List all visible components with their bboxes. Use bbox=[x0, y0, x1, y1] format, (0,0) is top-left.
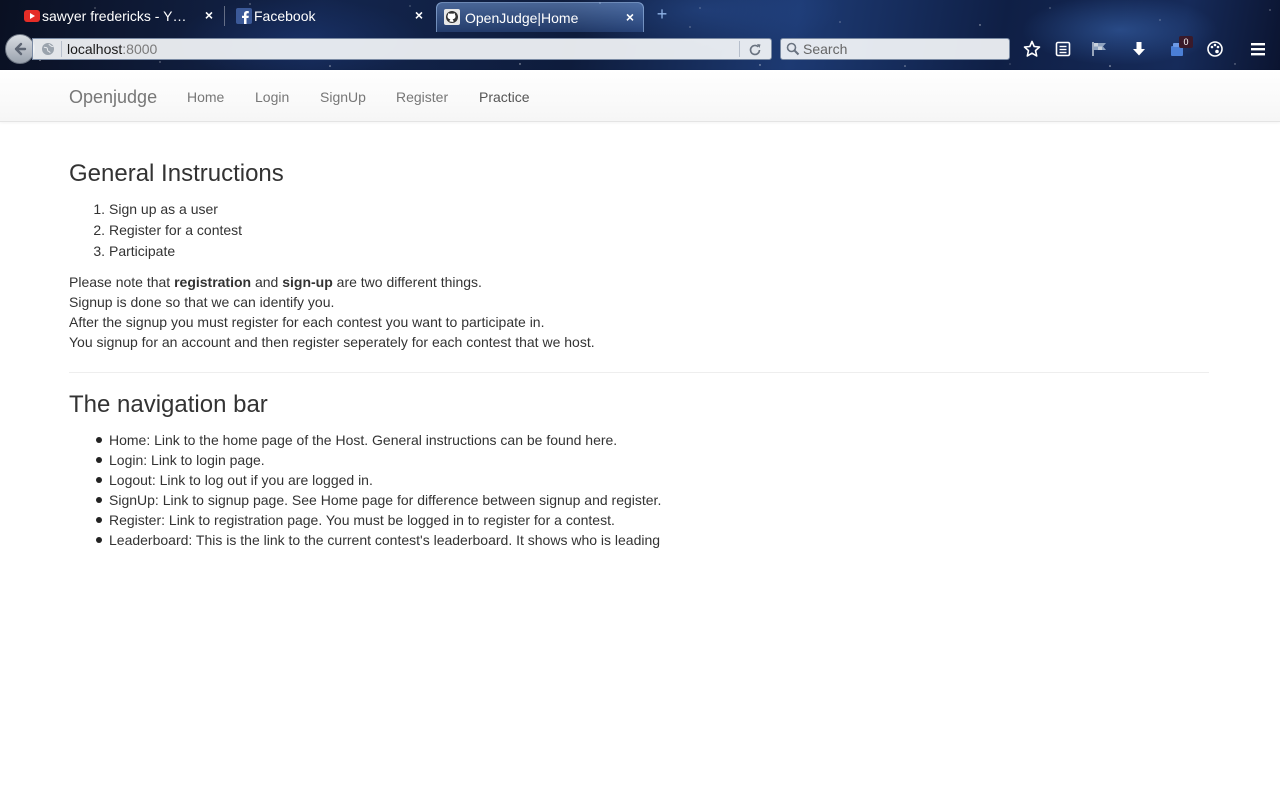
divider bbox=[739, 41, 740, 57]
github-icon bbox=[444, 9, 460, 25]
download-icon[interactable] bbox=[1129, 39, 1149, 59]
instructions-steps-list: 1. Sign up as a user 2. Register for a con… bbox=[69, 199, 242, 262]
list-item: 2. Register for a contest bbox=[69, 220, 242, 241]
note-bold-signup: sign-up bbox=[282, 274, 333, 290]
browser-toolbar: sawyer fredericks - Y… × Facebook × Open… bbox=[0, 0, 1280, 70]
back-arrow-icon bbox=[14, 42, 27, 56]
flag-icon[interactable] bbox=[1090, 39, 1110, 59]
list-item: Home: Link to the home page of the Host.… bbox=[69, 430, 661, 450]
step-text: Participate bbox=[109, 243, 176, 259]
paragraph-line: You signup for an account and then regis… bbox=[69, 334, 595, 350]
navigation-help-list: Home: Link to the home page of the Host.… bbox=[69, 430, 661, 550]
list-item-text: SignUp: Link to signup page. See Home pa… bbox=[109, 492, 662, 508]
divider bbox=[61, 41, 62, 57]
bullet bbox=[96, 517, 102, 523]
heading-general-instructions: General Instructions bbox=[69, 160, 284, 187]
step-text: Sign up as a user bbox=[109, 201, 218, 217]
facebook-icon bbox=[236, 8, 252, 24]
step-text: Register for a contest bbox=[109, 222, 243, 238]
note-text: and bbox=[251, 274, 283, 290]
note-bold-registration: registration bbox=[174, 274, 252, 290]
youtube-icon bbox=[24, 8, 40, 24]
nav-link-practice[interactable]: Practice bbox=[479, 89, 530, 105]
bookmarks-list-icon[interactable] bbox=[1053, 39, 1073, 59]
list-item: SignUp: Link to signup page. See Home pa… bbox=[69, 490, 661, 510]
list-item-text: Logout: Link to log out if you are logge… bbox=[109, 472, 373, 488]
paragraph-line: After the signup you must register for e… bbox=[69, 314, 545, 330]
close-icon[interactable]: × bbox=[412, 8, 426, 22]
tab-separator bbox=[224, 6, 225, 26]
globe-icon bbox=[42, 43, 54, 55]
list-item: Logout: Link to log out if you are logge… bbox=[69, 470, 661, 490]
list-item: 3. Participate bbox=[69, 241, 242, 262]
list-number: 3. bbox=[93, 243, 105, 259]
tab-title: sawyer fredericks - Y… bbox=[42, 8, 187, 24]
list-item-text: Home: Link to the home page of the Host.… bbox=[109, 432, 618, 448]
note-text: are two different things. bbox=[332, 274, 482, 290]
search-input[interactable] bbox=[803, 40, 1003, 58]
nav-link-home[interactable]: Home bbox=[187, 89, 224, 105]
url-port: :8000 bbox=[122, 41, 158, 57]
list-number: 2. bbox=[93, 222, 105, 238]
tab-title: Facebook bbox=[254, 8, 316, 24]
back-button[interactable] bbox=[5, 34, 35, 64]
tab-title: OpenJudge|Home bbox=[465, 9, 579, 26]
section-divider bbox=[69, 372, 1209, 373]
nav-link-signup[interactable]: SignUp bbox=[320, 89, 366, 105]
list-item: Login: Link to login page. bbox=[69, 450, 661, 470]
search-bar[interactable] bbox=[780, 38, 1010, 60]
instructions-paragraph: Please note that registration and sign-u… bbox=[69, 272, 1169, 352]
tab-youtube[interactable]: sawyer fredericks - Y… × bbox=[20, 2, 220, 30]
palette-icon[interactable] bbox=[1205, 39, 1225, 59]
site-navbar: Openjudge Home Login SignUp Register Pra… bbox=[0, 70, 1280, 122]
bullet bbox=[96, 497, 102, 503]
new-tab-icon[interactable]: + bbox=[654, 5, 670, 23]
paragraph-line: Signup is done so that we can identify y… bbox=[69, 294, 335, 310]
bullet bbox=[96, 537, 102, 543]
note-text: Please note that bbox=[69, 274, 175, 290]
hamburger-menu-icon[interactable] bbox=[1248, 39, 1268, 59]
list-item: Register: Link to registration page. You… bbox=[69, 510, 661, 530]
search-icon bbox=[786, 42, 800, 56]
bullet bbox=[96, 477, 102, 483]
bullet bbox=[96, 457, 102, 463]
heading-navigation-bar: The navigation bar bbox=[69, 391, 268, 418]
reload-icon[interactable] bbox=[747, 42, 763, 58]
notification-badge: 0 bbox=[1179, 36, 1193, 48]
note-line: Please note that registration and sign-u… bbox=[69, 272, 1169, 292]
close-icon[interactable]: × bbox=[623, 10, 637, 24]
url-text[interactable]: localhost:8000 bbox=[67, 41, 157, 57]
list-item-text: Leaderboard: This is the link to the cur… bbox=[109, 532, 661, 548]
url-bar[interactable]: localhost:8000 bbox=[32, 38, 772, 60]
list-item-text: Register: Link to registration page. You… bbox=[109, 512, 615, 528]
bullet bbox=[96, 437, 102, 443]
list-number: 1. bbox=[93, 201, 105, 217]
brand-link[interactable]: Openjudge bbox=[69, 87, 157, 108]
close-icon[interactable]: × bbox=[202, 8, 216, 22]
url-host: localhost bbox=[67, 41, 123, 57]
list-item: 1. Sign up as a user bbox=[69, 199, 242, 220]
nav-link-register[interactable]: Register bbox=[396, 89, 448, 105]
tab-openjudge[interactable]: OpenJudge|Home × bbox=[436, 2, 644, 32]
tab-facebook[interactable]: Facebook × bbox=[232, 2, 432, 30]
list-item-text: Login: Link to login page. bbox=[109, 452, 265, 468]
bookmark-star-icon[interactable] bbox=[1022, 39, 1042, 59]
list-item: Leaderboard: This is the link to the cur… bbox=[69, 530, 661, 550]
nav-link-login[interactable]: Login bbox=[255, 89, 289, 105]
